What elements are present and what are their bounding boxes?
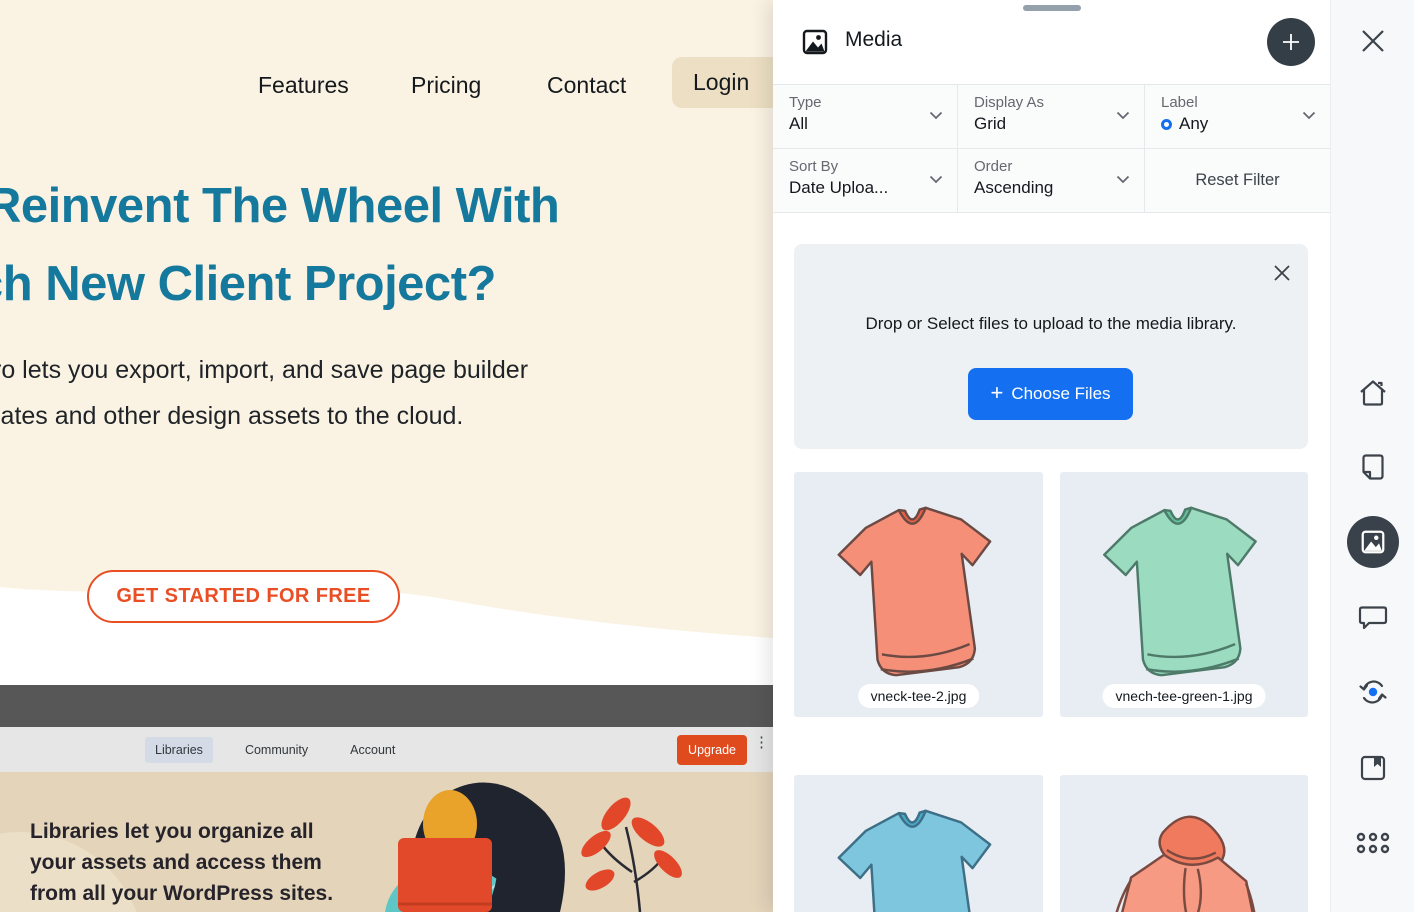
dropzone-message: Drop or Select files to upload to the me… (794, 314, 1308, 334)
filter-display-as-label: Display As (974, 94, 1130, 111)
caption-line2: your assets and access them (30, 847, 333, 878)
filter-order-dropdown[interactable]: Order Ascending (958, 149, 1145, 213)
dashboard-screenshot: Libraries Community Account Upgrade ⋮ (0, 685, 773, 912)
media-panel-header: Media (773, 0, 1330, 85)
site-navigation: Features Pricing Contact Login (0, 0, 773, 120)
tee-mint-image (1060, 472, 1308, 717)
plus-icon (1279, 30, 1303, 54)
choose-files-label: Choose Files (1011, 384, 1110, 404)
media-icon (800, 27, 830, 57)
filter-label-dropdown[interactable]: Label Any (1145, 85, 1330, 149)
website-page: Features Pricing Contact Login Reinvent … (0, 0, 773, 912)
hero-body-line2: lates and other design assets to the clo… (0, 402, 463, 431)
nav-login-button[interactable]: Login (672, 57, 773, 108)
filter-sort-by-label: Sort By (789, 158, 943, 175)
filter-order-label: Order (974, 158, 1130, 175)
chevron-down-icon (929, 175, 943, 184)
filter-type-value: All (789, 114, 943, 134)
dashboard-illustration: Libraries let you organize all your asse… (0, 772, 773, 912)
box-bookmark-icon[interactable] (1357, 752, 1389, 784)
panel-title: Media (845, 28, 902, 52)
media-icon (1359, 528, 1387, 556)
filter-sort-by-value: Date Uploa... (789, 178, 943, 198)
chevron-down-icon (1116, 111, 1130, 120)
chevron-down-icon (1302, 111, 1316, 120)
dashboard-tab-account[interactable]: Account (340, 737, 405, 763)
caption-line3: from all your WordPress sites. (30, 878, 333, 909)
home-icon[interactable] (1357, 377, 1389, 409)
media-panel: Media Type All Display As Grid Label Any (773, 0, 1330, 912)
filter-display-as-dropdown[interactable]: Display As Grid (958, 85, 1145, 149)
upload-dropzone[interactable]: Drop or Select files to upload to the me… (794, 244, 1308, 449)
comment-icon[interactable] (1357, 602, 1389, 632)
upgrade-button[interactable]: Upgrade (677, 735, 747, 765)
sync-icon[interactable] (1357, 676, 1389, 708)
chevron-down-icon (1116, 175, 1130, 184)
filter-label-value: Any (1161, 114, 1316, 134)
dashboard-browser-bar (0, 685, 773, 727)
filename-badge: vneck-tee-2.jpg (858, 684, 980, 708)
dashboard-nav: Libraries Community Account (145, 727, 405, 772)
tee-blue-image (794, 775, 1043, 912)
hero-headline-line1: Reinvent The Wheel With (0, 178, 559, 234)
media-item-coral-hoodie[interactable] (1060, 775, 1308, 912)
media-item-vnech-tee-green-1[interactable]: vnech-tee-green-1.jpg (1060, 472, 1308, 717)
filter-type-dropdown[interactable]: Type All (773, 85, 958, 149)
nav-link-features[interactable]: Features (258, 72, 349, 99)
choose-files-button[interactable]: + Choose Files (968, 368, 1133, 420)
tee-coral-image (794, 472, 1043, 717)
media-item-vneck-tee-2[interactable]: vneck-tee-2.jpg (794, 472, 1043, 717)
chevron-down-icon (929, 111, 943, 120)
media-item-blue-tee[interactable] (794, 775, 1043, 912)
filter-type-label: Type (789, 94, 943, 111)
filter-sort-by-dropdown[interactable]: Sort By Date Uploa... (773, 149, 958, 213)
hero-headline-line2: ch New Client Project? (0, 256, 496, 312)
close-icon[interactable] (1359, 27, 1387, 55)
plus-icon: + (990, 382, 1003, 404)
nav-link-pricing[interactable]: Pricing (411, 72, 481, 99)
nav-link-contact[interactable]: Contact (547, 72, 626, 99)
hero-body-line1: ro lets you export, import, and save pag… (0, 356, 528, 385)
screen: Features Pricing Contact Login Reinvent … (0, 0, 1414, 912)
dashboard-toolbar: Libraries Community Account Upgrade ⋮ (0, 727, 773, 772)
reset-filter-button[interactable]: Reset Filter (1145, 149, 1330, 213)
filter-label-text: Any (1179, 114, 1208, 134)
dashboard-tab-libraries[interactable]: Libraries (145, 737, 213, 763)
dashboard-caption: Libraries let you organize all your asse… (30, 816, 333, 909)
right-toolbar (1330, 0, 1414, 912)
add-media-button[interactable] (1267, 18, 1315, 66)
media-filters: Type All Display As Grid Label Any Sort … (773, 85, 1330, 213)
hoodie-coral-image (1060, 775, 1308, 912)
kebab-menu-icon[interactable]: ⋮ (754, 740, 769, 746)
media-tab-active[interactable] (1347, 516, 1399, 568)
label-any-ring-icon (1161, 119, 1172, 130)
file-icon[interactable] (1358, 452, 1388, 482)
filter-label-label: Label (1161, 94, 1316, 111)
get-started-button[interactable]: GET STARTED FOR FREE (87, 570, 400, 623)
dashboard-tab-community[interactable]: Community (235, 737, 318, 763)
filename-badge: vnech-tee-green-1.jpg (1103, 684, 1266, 708)
filter-display-as-value: Grid (974, 114, 1130, 134)
apps-grid-icon[interactable] (1355, 830, 1391, 856)
filter-order-value: Ascending (974, 178, 1130, 198)
dropzone-close-icon[interactable] (1273, 264, 1291, 282)
caption-line1: Libraries let you organize all (30, 816, 333, 847)
